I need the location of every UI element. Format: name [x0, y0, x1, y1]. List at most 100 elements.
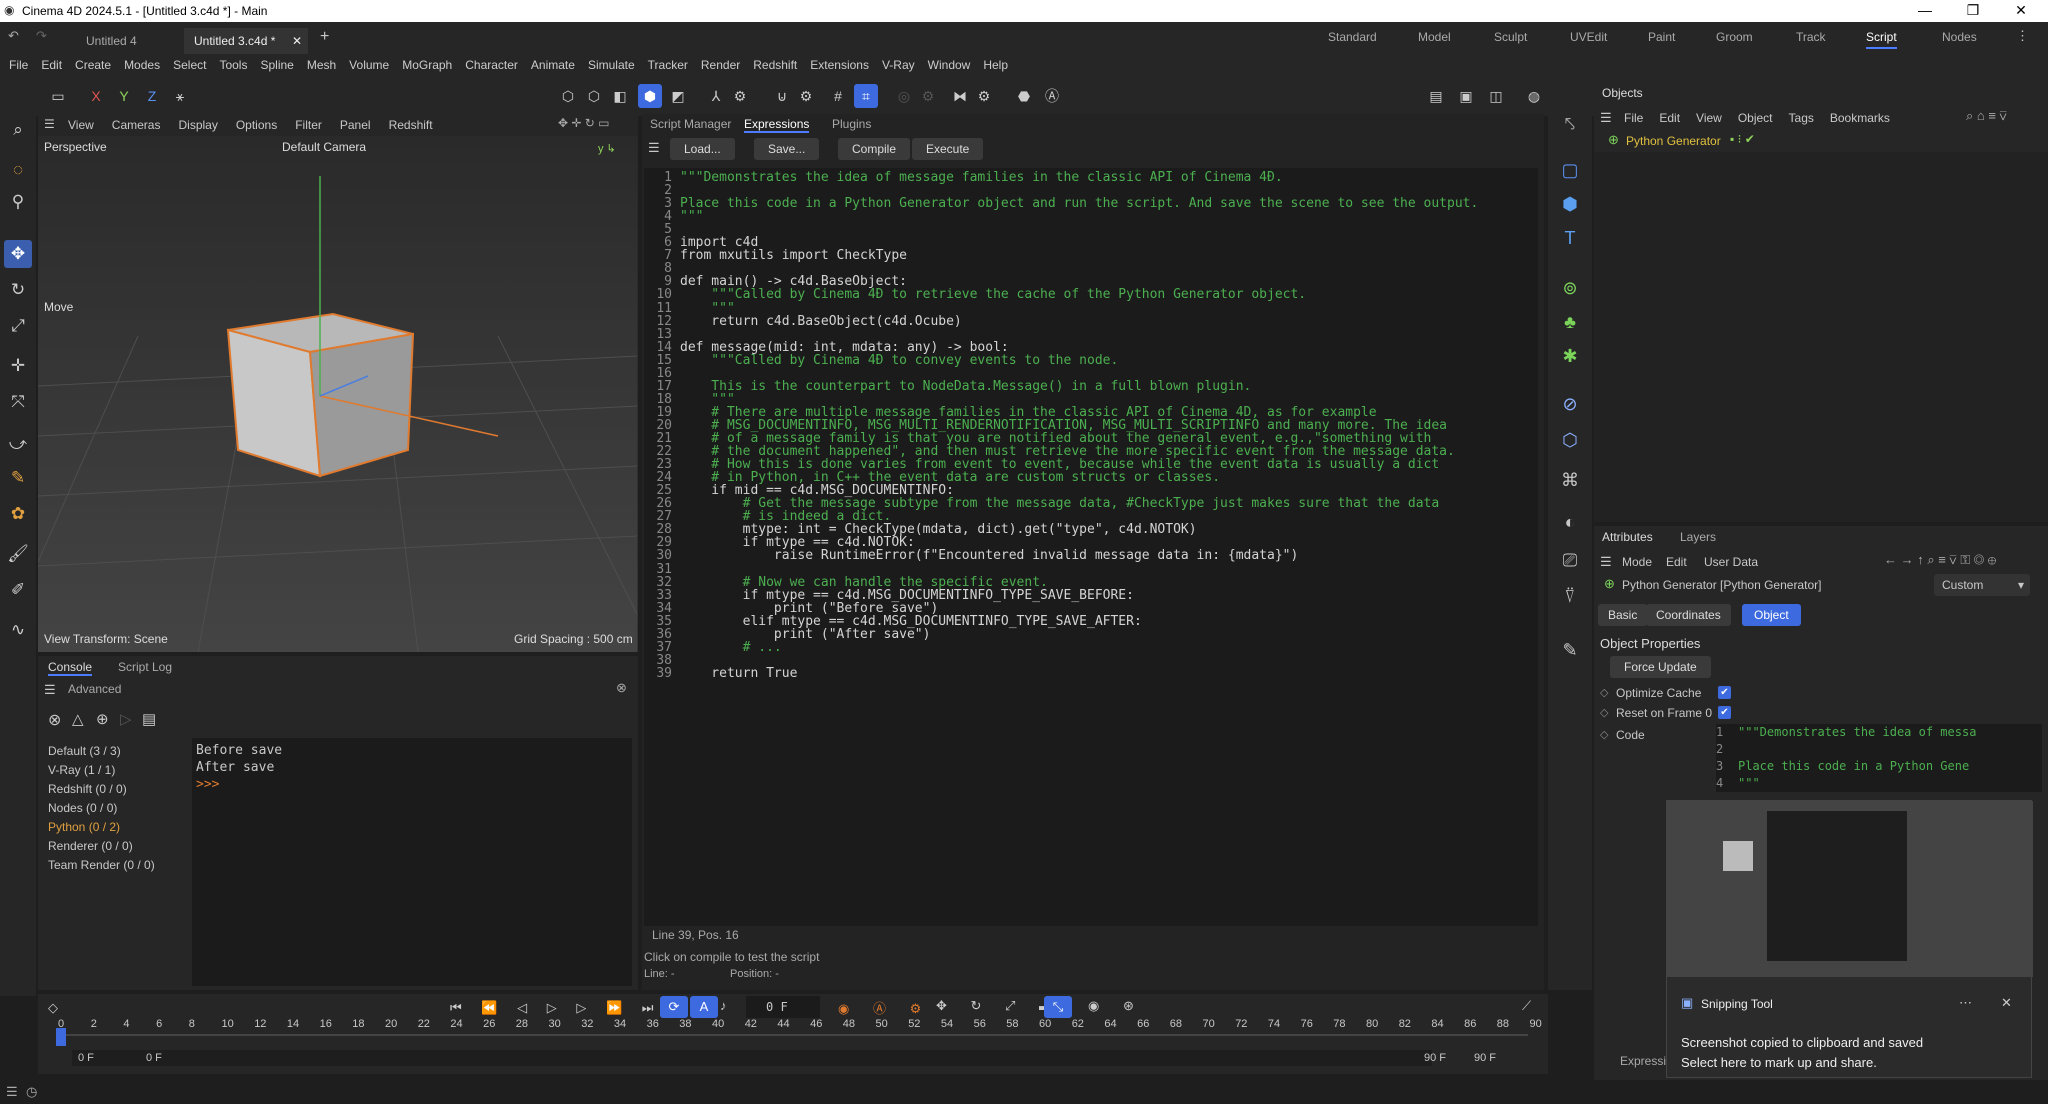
clear-icon[interactable]: ⊗ [48, 710, 61, 730]
generator-icon[interactable]: ⊚ [1556, 274, 1584, 302]
viewport-3d[interactable]: Perspective Default Camera Move View Tra… [38, 136, 638, 652]
console-output[interactable]: Before save After save >>> [192, 738, 632, 986]
viewport-menu-panel[interactable]: Panel [340, 118, 371, 132]
objects-menu-view[interactable]: View [1696, 111, 1722, 125]
spline-tool-icon[interactable]: ∿ [4, 616, 32, 644]
texture-mode-icon[interactable]: ◩ [666, 84, 690, 108]
auto-icon[interactable]: A [690, 996, 718, 1018]
objects-menu-file[interactable]: File [1624, 111, 1643, 125]
minimize-icon[interactable]: — [1902, 2, 1948, 18]
field-icon[interactable]: ⊘ [1556, 390, 1584, 418]
tag-icon[interactable]: ⍢ [1556, 582, 1584, 610]
render-settings-icon[interactable]: ⚙ [916, 84, 940, 108]
viewport-menu-cameras[interactable]: Cameras [112, 118, 161, 132]
polygons-mode-icon[interactable]: ◧ [608, 84, 632, 108]
axis-tool-icon[interactable]: ⤧ [4, 388, 32, 416]
object-status-icons[interactable]: ▪ ⁝ ✔ [1730, 132, 1755, 146]
viewport-menu-view[interactable]: View [68, 118, 94, 132]
tab-plugins[interactable]: Plugins [832, 117, 871, 131]
layout-script[interactable]: Script [1866, 30, 1897, 49]
scene-icon[interactable]: ⌘ [1556, 466, 1584, 494]
move-tool-icon[interactable]: ✥ [4, 240, 32, 268]
redo-icon[interactable]: ↷ [36, 28, 47, 44]
object-item[interactable]: Python Generator [1626, 134, 1721, 148]
tab-expressions[interactable]: Expressions [744, 117, 810, 133]
add-tab-icon[interactable]: + [320, 28, 329, 46]
more-options-icon[interactable]: ⋯ [1959, 995, 1972, 1011]
tab-objects[interactable]: Objects [1602, 86, 1643, 100]
knife-tool-icon[interactable]: ✎ [4, 464, 32, 492]
snipping-notification[interactable]: ▣ Snipping Tool ⋯ ✕ Screenshot copied to… [1666, 800, 2033, 1078]
attr-menu-mode[interactable]: Mode [1622, 555, 1652, 569]
text-icon[interactable]: T [1556, 224, 1584, 252]
viewport-menu-redshift[interactable]: Redshift [389, 118, 433, 132]
menu-render[interactable]: Render [701, 58, 740, 72]
close-icon[interactable]: ✕ [1998, 2, 2044, 19]
symmetry-settings-icon[interactable]: ⚙ [972, 84, 996, 108]
tab-attributes[interactable]: Attributes [1602, 530, 1653, 544]
deformer-icon[interactable]: ✱ [1556, 342, 1584, 370]
hamburger-icon[interactable]: ☰ [44, 117, 55, 131]
viewport-menu-options[interactable]: Options [236, 118, 277, 132]
doc-tab[interactable]: Untitled 4 [76, 28, 147, 54]
smooth-tool-icon[interactable]: ✐ [4, 576, 32, 604]
points-mode-icon[interactable]: ⬡ [556, 84, 580, 108]
live-select-icon[interactable]: ⚲ [4, 188, 32, 216]
render-queue-icon[interactable]: ◫ [1484, 84, 1508, 108]
menu-character[interactable]: Character [465, 58, 518, 72]
pen-icon[interactable]: ✎ [1556, 636, 1584, 664]
menu-help[interactable]: Help [983, 58, 1008, 72]
more-icon[interactable]: ⋮ [2016, 28, 2029, 44]
brush-tool-icon[interactable]: 🖌 [4, 540, 32, 568]
viewport-render-icon[interactable]: ◍ [1522, 84, 1546, 108]
render-view-icon[interactable]: ▤ [1424, 84, 1448, 108]
menu-select[interactable]: Select [173, 58, 206, 72]
edges-mode-icon[interactable]: ⬡ [582, 84, 606, 108]
snap-icon[interactable]: ⊍ [770, 84, 794, 108]
console-channel[interactable]: V-Ray (1 / 1) [48, 761, 155, 780]
menu-tools[interactable]: Tools [219, 58, 247, 72]
motion-icons[interactable]: ◉ ⊛ [1088, 998, 1144, 1014]
primitive-icon[interactable]: ⬢ [1556, 190, 1584, 218]
playback-controls[interactable]: ⏮ ⏪ ◁ ▷ ▷ ⏩ ⏭ [450, 1000, 661, 1016]
grid-icon[interactable]: # [826, 84, 850, 108]
close-tab-icon[interactable]: ✕ [292, 28, 302, 54]
plug-icon[interactable]: ⊕ [96, 710, 109, 728]
subtab-object[interactable]: Object [1742, 604, 1801, 626]
snap-settings-icon[interactable]: ⚙ [794, 84, 818, 108]
search-icon[interactable]: ⌕ [4, 116, 32, 144]
menu-edit[interactable]: Edit [41, 58, 62, 72]
console-channel[interactable]: Nodes (0 / 0) [48, 799, 155, 818]
viewport-menu-display[interactable]: Display [178, 118, 217, 132]
menu-tracker[interactable]: Tracker [648, 58, 688, 72]
code-editor[interactable]: 1 """Demonstrates the idea of message fam… [644, 168, 1538, 926]
preset-select[interactable]: Custom ▾ [1934, 574, 2030, 596]
layout-paint[interactable]: Paint [1648, 30, 1675, 44]
y-axis-icon[interactable]: Y [112, 84, 136, 108]
attr-menu-edit[interactable]: Edit [1666, 555, 1687, 569]
console-channel[interactable]: Team Render (0 / 0) [48, 856, 155, 875]
menu-animate[interactable]: Animate [531, 58, 575, 72]
menu-spline[interactable]: Spline [260, 58, 293, 72]
execute-button[interactable]: Execute [912, 138, 984, 160]
attr-menu-user-data[interactable]: User Data [1704, 555, 1758, 569]
tab-script-log[interactable]: Script Log [118, 660, 172, 674]
current-frame-field[interactable]: 0 F [746, 996, 820, 1018]
warning-filter-icon[interactable]: △ [72, 710, 84, 728]
clear-console-icon[interactable]: ⊗ [616, 680, 627, 696]
scale-tool-icon[interactable]: ⤢ [4, 312, 32, 340]
load-button[interactable]: Load... [670, 138, 735, 160]
console-channel[interactable]: Python (0 / 2) [48, 818, 155, 837]
hamburger-icon[interactable]: ☰ [648, 140, 660, 156]
code-field[interactable]: 1 """Demonstrates the idea of messa 2 3 Plac… [1716, 724, 2042, 792]
console-channel[interactable]: Default (3 / 3) [48, 742, 155, 761]
select-icon[interactable]: ◌ [4, 156, 32, 184]
console-channel[interactable]: Redshift (0 / 0) [48, 780, 155, 799]
workplane-icon[interactable]: ⌗ [854, 84, 878, 108]
axis-mode-icon[interactable]: ⅄ [704, 84, 728, 108]
sound-icon[interactable]: ♪ [720, 998, 727, 1013]
force-update-button[interactable]: Force Update [1610, 656, 1711, 678]
doc-tab-active[interactable]: Untitled 3.c4d * ✕ [184, 28, 308, 54]
param-key-icon[interactable]: ⤡ [1044, 996, 1072, 1018]
compile-button[interactable]: Compile [838, 138, 911, 160]
